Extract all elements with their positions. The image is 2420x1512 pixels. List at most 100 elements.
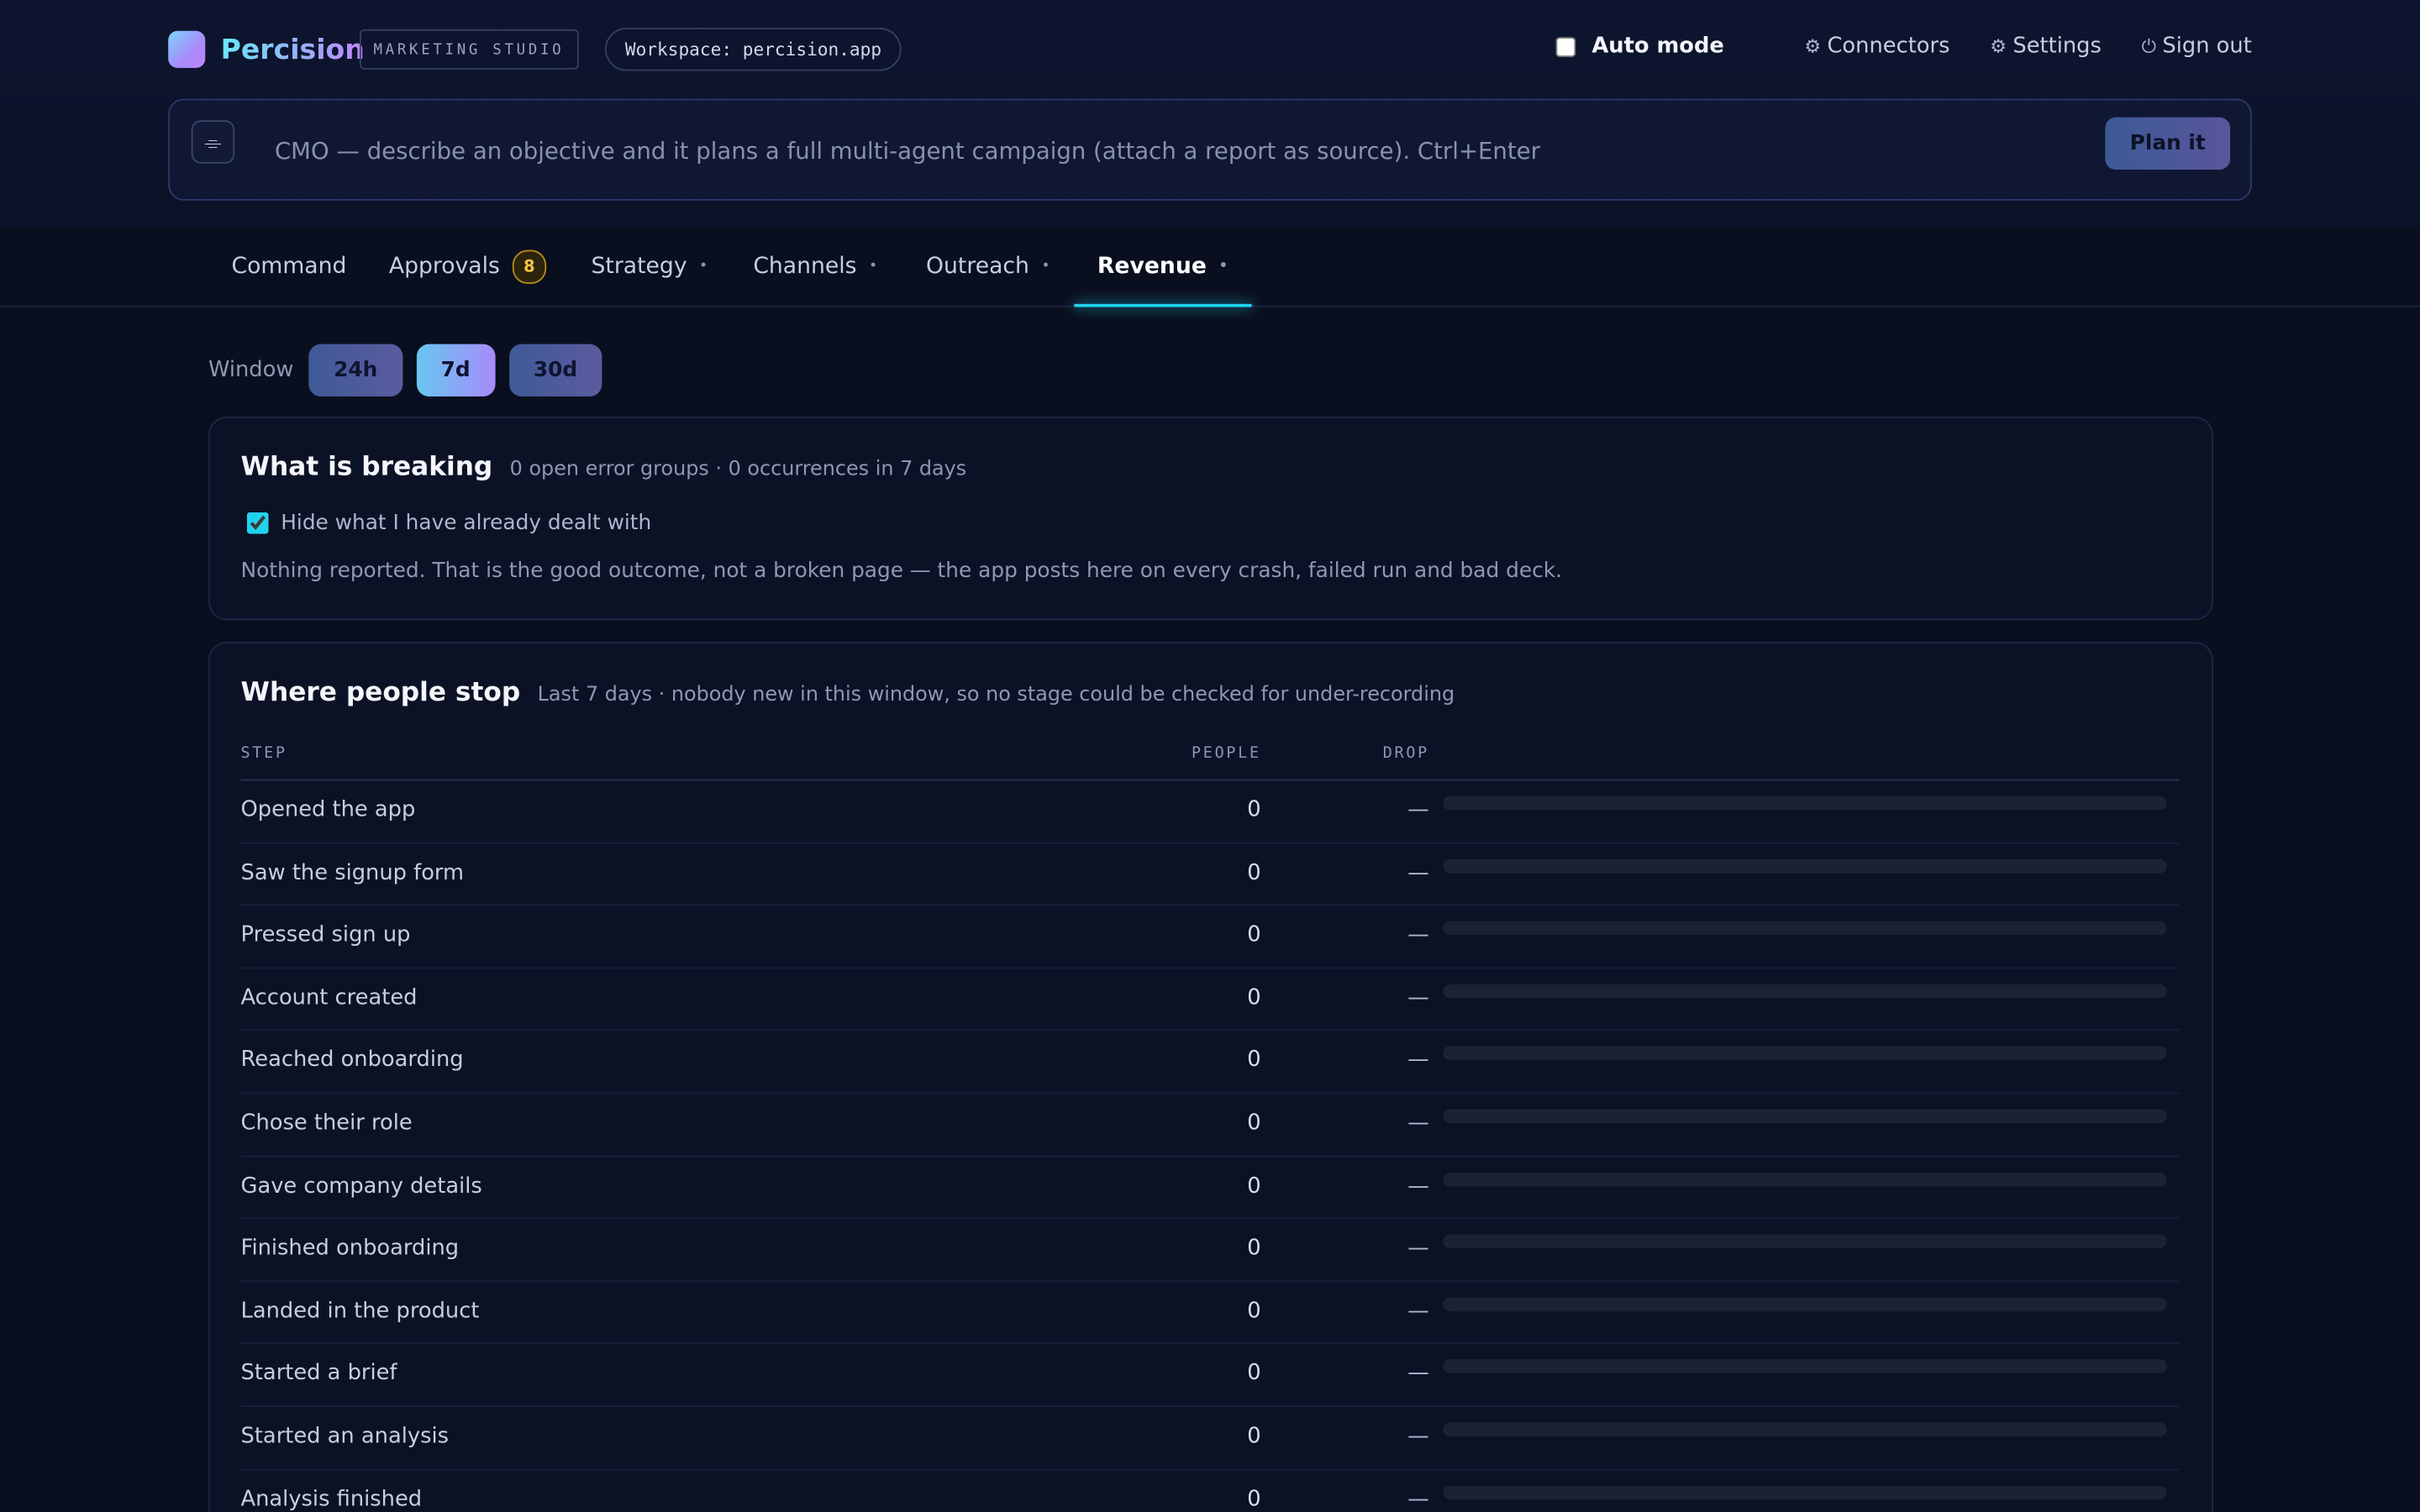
drop-value: — (1407, 1361, 1429, 1387)
sign-out-link[interactable]: ⏻ Sign out (2142, 34, 2252, 58)
table-row: Reached onboarding 0 — (240, 1032, 2180, 1095)
drop-value: — (1407, 985, 1429, 1011)
tab-strategy[interactable]: Strategy • (591, 228, 708, 306)
window-24h-button[interactable]: 24h (308, 344, 402, 397)
tab-dot: • (1041, 259, 1050, 275)
column-step: STEP (240, 745, 287, 763)
tab-label: Channels (753, 255, 857, 280)
drop-value: — (1407, 1299, 1429, 1324)
people-count: 0 (1247, 922, 1261, 948)
funnel-table-header: STEP PEOPLE DROP (240, 745, 2180, 781)
drop-bar (1443, 1422, 2167, 1436)
window-7d-button[interactable]: 7d (416, 344, 495, 397)
command-input[interactable] (271, 128, 2069, 175)
top-nav: Auto mode ⚙ Connectors ⚙ Settings ⏻ Sign… (1556, 34, 2252, 59)
people-count: 0 (1247, 1299, 1261, 1324)
drop-bar (1443, 1359, 2167, 1374)
window-label: Window (208, 358, 294, 383)
funnel-subtitle: Last 7 days · nobody new in this window,… (537, 683, 1455, 707)
connectors-label: Connectors (1827, 34, 1950, 59)
brand-name: Percision (220, 33, 365, 66)
step-name: Analysis finished (240, 1486, 423, 1512)
step-name: Started a brief (240, 1361, 397, 1387)
settings-link[interactable]: ⚙ Settings (1990, 34, 2102, 58)
drop-bar (1443, 795, 2167, 811)
paperclip-icon: ⌯ (204, 129, 222, 154)
gear-icon: ⚙ (1804, 35, 1822, 57)
tab-label: Outreach (926, 255, 1029, 280)
empty-state-text: Nothing reported. That is the good outco… (240, 558, 1562, 584)
step-name: Gave company details (240, 1173, 482, 1199)
people-count: 0 (1247, 1047, 1261, 1074)
plan-it-button[interactable]: Plan it (2105, 117, 2231, 171)
tab-channels[interactable]: Channels • (753, 228, 877, 306)
column-people: PEOPLE (1191, 745, 1261, 763)
tab-label: Revenue (1097, 255, 1207, 280)
step-name: Opened the app (240, 797, 416, 822)
column-drop: DROP (1382, 745, 1429, 763)
gear-icon: ⚙ (1990, 35, 2007, 57)
drop-value: — (1407, 797, 1429, 822)
window-30d-button[interactable]: 30d (508, 344, 602, 397)
sign-out-label: Sign out (2162, 34, 2252, 59)
brand[interactable]: Percision (168, 30, 365, 68)
step-name: Chose their role (240, 1110, 413, 1136)
step-name: Pressed sign up (240, 922, 411, 948)
tab-command[interactable]: Command (232, 228, 347, 306)
table-row: Pressed sign up 0 — (240, 906, 2180, 969)
tab-dot: • (699, 259, 708, 275)
funnel-table-body: Opened the app 0 — Saw the signup form 0 — Pre… (240, 780, 2180, 1512)
drop-bar (1443, 1172, 2167, 1186)
table-row: Gave company details 0 — (240, 1157, 2180, 1220)
step-name: Saw the signup form (240, 860, 465, 885)
power-icon: ⏻ (2141, 34, 2157, 57)
tab-outreach[interactable]: Outreach • (926, 228, 1050, 306)
attach-button[interactable]: ⌯ (191, 120, 235, 164)
hide-dealt-with-toggle[interactable]: Hide what I have already dealt with (246, 510, 652, 536)
drop-bar (1443, 858, 2167, 873)
drop-value: — (1407, 860, 1429, 885)
table-row: Started a brief 0 — (240, 1344, 2180, 1407)
people-count: 0 (1247, 1361, 1261, 1387)
studio-tag: MARKETING STUDIO (359, 29, 578, 70)
breaking-title: What is breaking (240, 452, 493, 483)
approvals-count-badge: 8 (512, 249, 547, 284)
drop-bar (1443, 1109, 2167, 1124)
top-bar: Percision MARKETING STUDIO Workspace: pe… (0, 0, 2420, 230)
people-count: 0 (1247, 1424, 1261, 1449)
drop-bar (1443, 1234, 2167, 1249)
tab-approvals[interactable]: Approvals 8 (388, 228, 547, 306)
table-row: Landed in the product 0 — (240, 1282, 2180, 1345)
table-row: Analysis finished 0 — (241, 1470, 2180, 1512)
drop-value: — (1407, 1486, 1429, 1512)
people-count: 0 (1247, 1173, 1261, 1199)
table-row: Finished onboarding 0 — (240, 1219, 2180, 1282)
people-count: 0 (1247, 1236, 1261, 1261)
step-name: Finished onboarding (240, 1236, 460, 1261)
logo-icon (168, 30, 206, 68)
settings-label: Settings (2012, 34, 2102, 59)
auto-mode-label: Auto mode (1591, 34, 1724, 59)
drop-value: — (1407, 1424, 1429, 1449)
tab-revenue[interactable]: Revenue • (1074, 228, 1250, 307)
step-name: Reached onboarding (240, 1047, 464, 1074)
drop-value: — (1407, 1173, 1429, 1199)
table-row: Started an analysis 0 — (240, 1407, 2180, 1470)
workspace-pill[interactable]: Workspace: percision.app (605, 28, 902, 71)
hide-dealt-with-checkbox[interactable] (246, 512, 269, 534)
step-name: Started an analysis (240, 1424, 450, 1449)
tab-label: Approvals (388, 255, 500, 280)
people-count: 0 (1247, 797, 1261, 822)
drop-value: — (1407, 1236, 1429, 1261)
funnel-title: Where people stop (240, 677, 521, 709)
tab-dot: • (869, 259, 878, 275)
step-name: Landed in the product (240, 1299, 480, 1324)
connectors-link[interactable]: ⚙ Connectors (1804, 34, 1949, 58)
tab-dot: • (1218, 259, 1228, 275)
drop-bar (1443, 1046, 2167, 1061)
hide-dealt-with-label: Hide what I have already dealt with (281, 510, 652, 536)
breaking-subtitle: 0 open error groups · 0 occurrences in 7… (509, 458, 967, 482)
people-count: 0 (1247, 1486, 1261, 1512)
auto-mode-toggle[interactable]: Auto mode (1556, 34, 1724, 59)
auto-mode-checkbox[interactable] (1556, 36, 1577, 57)
